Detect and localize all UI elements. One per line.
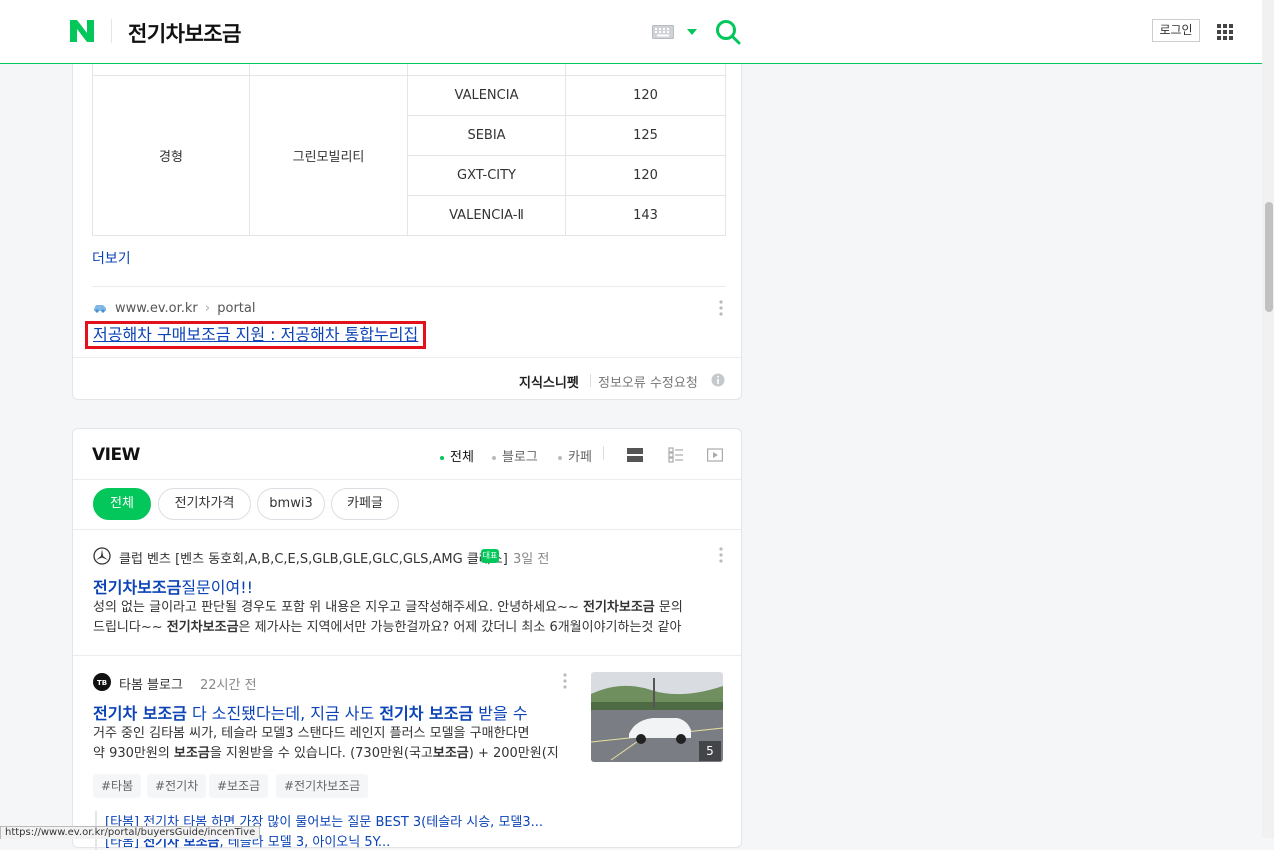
knowledge-snippet-card: 경형 그린모빌리티 VALENCIA 120 SEBIA 125 GXT-CIT… — [72, 40, 742, 400]
naver-logo-icon[interactable] — [70, 20, 94, 42]
post-time: 3일 전 — [513, 552, 550, 567]
hashtag[interactable]: #전기차보조금 — [276, 774, 369, 798]
source-title-link[interactable]: 저공해차 구매보조금 지원 : 저공해차 통합누리집 — [85, 321, 427, 349]
snippet-label: 지식스니펫 — [519, 376, 579, 391]
table-cell-model: VALENCIA — [407, 75, 566, 116]
more-options-icon[interactable] — [719, 546, 723, 564]
keyboard-icon[interactable] — [652, 25, 674, 39]
tab-cafe[interactable]: 카페 — [558, 446, 592, 465]
chip-cafe-posts[interactable]: 카페글 — [331, 488, 399, 520]
post-author[interactable]: 타봄 블로그 — [119, 674, 183, 693]
divider — [73, 529, 741, 530]
search-icon[interactable] — [715, 19, 741, 45]
report-error-link[interactable]: 정보오류 수정요청 — [598, 372, 698, 391]
representative-badge: 대표 — [481, 549, 499, 563]
subsidy-table: 경형 그린모빌리티 VALENCIA 120 SEBIA 125 GXT-CIT… — [92, 41, 726, 236]
table-cell-value: 120 — [565, 155, 726, 196]
more-options-icon[interactable] — [719, 299, 723, 317]
post-title-link[interactable]: 전기차 보조금 다 소진됐다는데, 지금 사도 전기차 보조금 받을 수 — [93, 700, 528, 724]
mercedes-logo-icon[interactable] — [93, 547, 111, 565]
hashtag[interactable]: #보조금 — [209, 774, 269, 798]
tab-all[interactable]: 전체 — [440, 446, 474, 465]
caret-down-icon[interactable] — [686, 28, 698, 36]
top-header: 전기차보조금 로그인 — [0, 0, 1262, 64]
image-count-badge: 5 — [699, 741, 721, 761]
table-cell-model: GXT-CITY — [407, 155, 566, 196]
chip-bmwi3[interactable]: bmwi3 — [257, 488, 325, 520]
divider — [73, 357, 741, 358]
site-favicon-icon — [94, 305, 106, 313]
post-excerpt[interactable]: 거주 중인 김타봄 씨가, 테슬라 모델3 스탠다드 레인지 플러스 모델을 구… — [93, 724, 563, 764]
tabom-logo-icon[interactable]: TB — [93, 673, 111, 691]
table-cell-value: 143 — [565, 195, 726, 236]
table-cell-model: VALENCIA-Ⅱ — [407, 195, 566, 236]
divider — [73, 479, 741, 480]
chip-ev-price[interactable]: 전기차가격 — [158, 488, 251, 520]
link-status-bar: https://www.ev.or.kr/portal/buyersGuide/… — [0, 826, 261, 839]
view-section-card: VIEW 전체 블로그 카페 전체 전기차가격 bmwi3 카페글 클럽 벤츠 … — [72, 428, 742, 850]
video-view-icon[interactable] — [707, 447, 723, 463]
chip-all[interactable]: 전체 — [93, 488, 151, 520]
divider — [73, 655, 741, 656]
compact-list-icon[interactable] — [668, 447, 684, 463]
table-cell-value: 125 — [565, 115, 726, 156]
login-button[interactable]: 로그인 — [1152, 19, 1200, 42]
post-excerpt[interactable]: 성의 없는 글이라고 판단될 경우도 포함 위 내용은 지우고 글작성해주세요.… — [93, 598, 723, 638]
hashtag[interactable]: #전기차 — [147, 774, 207, 798]
table-cell-type: 경형 — [92, 75, 250, 236]
post-time: 22시간 전 — [200, 678, 257, 693]
divider — [590, 374, 591, 387]
more-link[interactable]: 더보기 — [92, 248, 131, 268]
svg-text:TB: TB — [97, 679, 107, 687]
view-section-title: VIEW — [92, 445, 140, 465]
header-divider — [111, 19, 112, 43]
table-cell-maker: 그린모빌리티 — [249, 75, 408, 236]
hashtag[interactable]: #타봄 — [93, 774, 142, 798]
more-options-icon[interactable] — [563, 672, 567, 690]
divider — [603, 446, 604, 460]
apps-grid-icon[interactable] — [1217, 24, 1233, 40]
divider — [92, 286, 726, 287]
page-scrollbar[interactable] — [1262, 0, 1274, 838]
info-icon[interactable] — [711, 373, 725, 387]
search-query[interactable]: 전기차보조금 — [128, 18, 241, 48]
list-view-icon[interactable] — [627, 447, 643, 463]
source-url[interactable]: www.ev.or.kr › portal — [115, 301, 255, 316]
table-row: 경형 그린모빌리티 VALENCIA 120 — [92, 75, 726, 236]
scrollbar-thumb[interactable] — [1265, 202, 1273, 312]
tab-blog[interactable]: 블로그 — [492, 446, 538, 465]
post-author[interactable]: 클럽 벤츠 [벤츠 동호회,A,B,C,E,S,GLB,GLE,GLC,GLS,… — [119, 548, 508, 567]
table-cell-model: SEBIA — [407, 115, 566, 156]
table-cell-value: 120 — [565, 75, 726, 116]
post-title-link[interactable]: 전기차보조금질문이여!! — [93, 574, 253, 598]
